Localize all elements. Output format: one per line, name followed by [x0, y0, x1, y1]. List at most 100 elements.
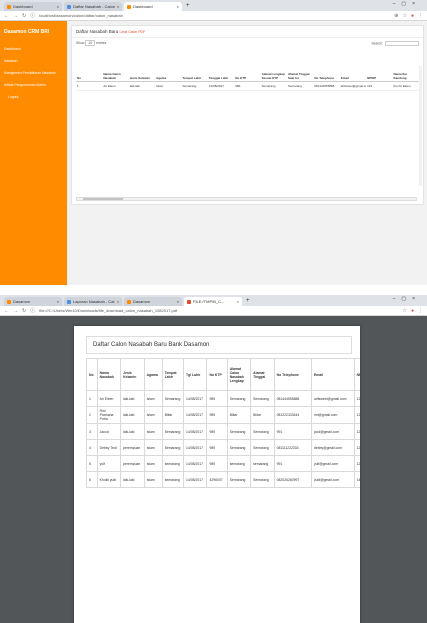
- sidebar-item-manajemen[interactable]: Manajemen Pendaftaran Nasabah: [0, 67, 67, 79]
- column-header[interactable]: Agama: [155, 51, 182, 82]
- url-field[interactable]: localhost/dasamon/calon/daftar/calon_nas…: [39, 13, 390, 18]
- column-header[interactable]: Alamat Lengkap Sesuai KTP: [260, 51, 287, 82]
- horizontal-scrollbar[interactable]: [76, 197, 417, 201]
- table-cell: laki-laki: [120, 423, 145, 440]
- browser-tab-active[interactable]: FILE:/TMP/B_C... ×: [184, 297, 242, 306]
- table-cell: Islam: [143, 406, 163, 424]
- table-cell: 123: [353, 439, 360, 456]
- close-tab-icon[interactable]: ×: [57, 297, 59, 306]
- forward-icon[interactable]: →: [13, 308, 18, 314]
- new-tab-icon[interactable]: +: [244, 297, 252, 306]
- browser-tab[interactable]: Dasamon ×: [124, 297, 182, 306]
- table-cell: Semarang: [287, 81, 314, 91]
- column-header[interactable]: No: [76, 51, 103, 82]
- entries-select[interactable]: 10: [85, 40, 96, 46]
- column-header[interactable]: Jenis Kelamin: [128, 51, 156, 82]
- tab-favicon-icon: [7, 4, 11, 9]
- close-tab-icon[interactable]: ×: [57, 2, 59, 11]
- window-controls[interactable]: –▢×: [393, 1, 421, 7]
- column-header[interactable]: NPWP: [366, 51, 393, 82]
- reload-icon[interactable]: ↻: [22, 308, 26, 314]
- file-icon: ⓘ: [30, 308, 36, 314]
- table-cell: yulf@gmail.com: [310, 455, 355, 472]
- column-header[interactable]: Nama Ibu Kandung: [392, 51, 419, 82]
- column-header[interactable]: No KTP: [206, 358, 228, 391]
- back-icon[interactable]: ←: [4, 308, 9, 314]
- close-tab-icon[interactable]: ×: [117, 2, 119, 11]
- vertical-scrollbar[interactable]: [419, 66, 422, 186]
- star-icon[interactable]: ☆: [402, 308, 406, 314]
- report-table: No Nama Nasabah Jenis Kelamin Agama Tempat L…: [86, 358, 360, 488]
- column-header[interactable]: Nama Nasabah: [96, 358, 122, 391]
- column-header[interactable]: Tempat Lahir: [181, 51, 208, 82]
- table-cell: yudi@gmail.com: [310, 471, 355, 488]
- column-header[interactable]: Tgl Lahir: [183, 358, 208, 391]
- column-header[interactable]: Agama: [143, 358, 163, 391]
- table-cell: semarang: [250, 455, 275, 472]
- column-header[interactable]: No KTP: [234, 51, 261, 82]
- column-header[interactable]: No: [86, 358, 98, 391]
- sidebar-item-nasabah[interactable]: Nasabah: [0, 55, 67, 67]
- table-cell: 4296007: [206, 471, 228, 488]
- entries-control: Show 10 entries: [76, 40, 106, 46]
- brand-title: Dasamon CRM BRI: [4, 29, 50, 35]
- pdf-viewer: Daftar Calon Nasabah Baru Bank Dasamon N…: [0, 316, 427, 623]
- forward-icon[interactable]: →: [13, 13, 18, 19]
- column-header[interactable]: Tanggal Lahir: [207, 51, 235, 82]
- close-tab-icon[interactable]: ×: [117, 297, 119, 306]
- window-controls[interactable]: –▢×: [393, 296, 421, 302]
- table-cell: 1: [86, 390, 98, 407]
- column-header[interactable]: No Telephone: [313, 51, 340, 82]
- table-cell: Blitar: [226, 406, 252, 424]
- zoom-icon[interactable]: ⊕: [394, 13, 398, 19]
- column-header[interactable]: Nama Calon Nasabah: [102, 51, 129, 82]
- browser-tab[interactable]: Laporan Nasabah - Cal ×: [64, 297, 122, 306]
- sidebar-item-logout[interactable]: Logout: [0, 91, 67, 103]
- table-cell: semarang: [226, 455, 252, 472]
- extension-icon[interactable]: ●: [411, 308, 414, 314]
- column-header[interactable]: Email: [339, 51, 367, 82]
- column-header[interactable]: No Telephone: [273, 358, 312, 391]
- pdf-link[interactable]: Lihat Calon PDF: [120, 30, 146, 34]
- url-field[interactable]: file:///C:/Users/Win10/Downloads/file_do…: [39, 308, 398, 313]
- table-cell: Blitar: [250, 406, 275, 424]
- browser-tab-bar: Dasamon × Laporan Nasabah - Cal × Dasamon ×…: [0, 295, 427, 306]
- menu-icon[interactable]: ⋮: [418, 308, 423, 314]
- table-cell: semarang: [161, 471, 185, 488]
- browser-tab[interactable]: Dasamon ×: [4, 297, 62, 306]
- close-tab-icon[interactable]: ×: [177, 297, 179, 306]
- new-tab-icon[interactable]: +: [184, 2, 192, 11]
- column-header[interactable]: Alamat Calon Nasabah Lengkap: [226, 358, 252, 391]
- sidebar-item-pengumuman[interactable]: Kelola Pengumuman Admin: [0, 79, 67, 91]
- table-cell: Islam: [155, 81, 182, 91]
- column-header[interactable]: Jenis Kelamin: [120, 358, 145, 391]
- menu-icon[interactable]: ⋮: [418, 13, 423, 19]
- column-header[interactable]: Tempat Lahir: [161, 358, 185, 391]
- info-icon[interactable]: ⓘ: [30, 12, 35, 19]
- search-input[interactable]: [385, 41, 419, 46]
- star-icon[interactable]: ☆: [402, 13, 406, 19]
- pdf-page: Daftar Calon Nasabah Baru Bank Dasamon N…: [74, 326, 360, 623]
- table-cell: Ibu Ari Eleen: [392, 81, 419, 91]
- tab-favicon-icon: [7, 299, 11, 304]
- close-tab-icon[interactable]: ×: [237, 297, 239, 306]
- back-icon[interactable]: ←: [4, 13, 9, 19]
- extension-icon[interactable]: ●: [411, 13, 414, 19]
- table-cell: Islam: [143, 439, 163, 456]
- close-tab-icon[interactable]: ×: [177, 2, 179, 11]
- browser-tab[interactable]: Dashboard ×: [4, 2, 62, 11]
- show-label: Show: [76, 41, 85, 45]
- browser-tab[interactable]: Daftar Nasabah - Calon ×: [64, 2, 122, 11]
- sidebar-item-dashboard[interactable]: Dashboard: [0, 43, 67, 55]
- reload-icon[interactable]: ↻: [22, 13, 26, 19]
- column-header[interactable]: Alamat Tinggal: [250, 358, 275, 391]
- column-header[interactable]: Email: [310, 358, 355, 391]
- table-cell: Ari Eleen: [96, 390, 122, 407]
- table-cell: Semarang: [181, 81, 208, 91]
- browser-tab-active[interactable]: Dashboard ×: [124, 2, 182, 11]
- table-cell: Semarang: [250, 439, 275, 456]
- scrollbar-thumb[interactable]: [83, 198, 123, 200]
- column-header[interactable]: NPWP: [353, 358, 360, 391]
- table-cell: Semarang: [226, 439, 252, 456]
- column-header[interactable]: Alamat Tinggal Saat Ini: [287, 51, 314, 82]
